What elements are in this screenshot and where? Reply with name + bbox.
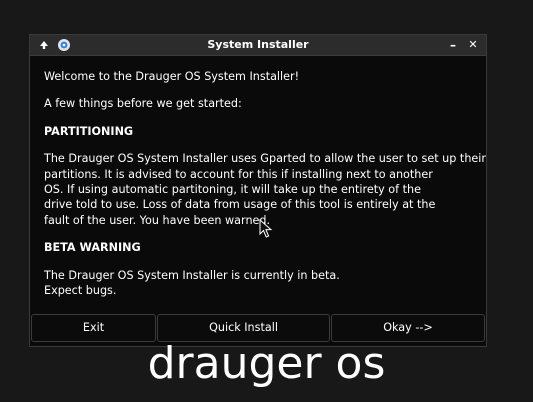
title-bar[interactable]: System Installer – ✕ xyxy=(30,35,486,56)
close-button[interactable]: ✕ xyxy=(465,37,481,53)
branding-logo-text: drauger os xyxy=(147,338,386,389)
partitioning-line: partitions. It is advised to account for… xyxy=(44,167,433,181)
mouse-cursor-icon xyxy=(259,219,273,238)
installer-text: Welcome to the Drauger OS System Install… xyxy=(44,69,486,298)
partitioning-line: OS. If using automatic partitoning, it w… xyxy=(44,183,421,197)
window-title: System Installer xyxy=(207,38,309,51)
intro-text: A few things before we get started: xyxy=(44,97,242,111)
partitioning-line: The Drauger OS System Installer uses Gpa… xyxy=(44,152,486,166)
beta-heading: BETA WARNING xyxy=(44,241,141,255)
welcome-text: Welcome to the Drauger OS System Install… xyxy=(44,70,300,83)
partitioning-line: drive told to use. Loss of data from usa… xyxy=(44,198,436,212)
beta-line: Expect bugs. xyxy=(44,284,117,298)
beta-line: The Drauger OS System Installer is curre… xyxy=(44,268,340,282)
installer-window: System Installer – ✕ Welcome to the Drau… xyxy=(29,34,487,347)
minimize-button[interactable]: – xyxy=(445,37,461,53)
partitioning-heading: PARTITIONING xyxy=(44,124,134,138)
